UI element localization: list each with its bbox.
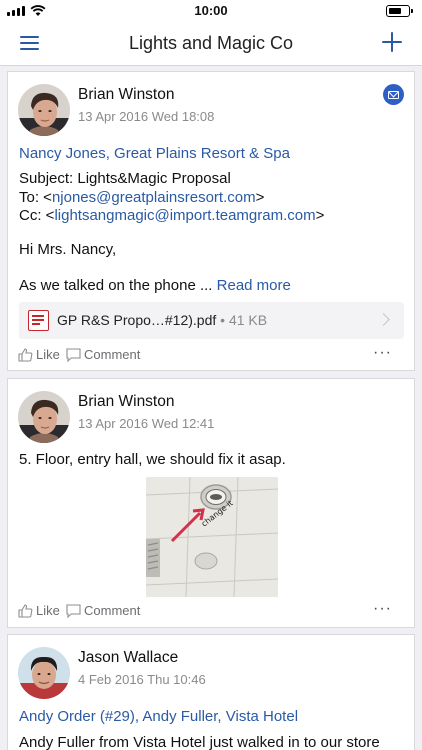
like-button[interactable]: Like bbox=[18, 347, 60, 362]
email-cc: Cc: <lightsangmagic@import.teamgram.com> bbox=[19, 207, 324, 224]
email-subject: Subject: Lights&Magic Proposal bbox=[19, 170, 231, 187]
post-author[interactable]: Brian Winston bbox=[78, 393, 174, 411]
post-date: 13 Apr 2016 Wed 12:41 bbox=[78, 416, 215, 431]
email-to-label: To: < bbox=[19, 189, 52, 206]
mail-icon bbox=[383, 84, 404, 105]
email-cc-label: Cc: < bbox=[19, 207, 55, 224]
avatar[interactable] bbox=[18, 391, 70, 443]
comment-icon bbox=[66, 347, 81, 362]
battery-icon bbox=[386, 5, 413, 17]
thumbs-up-icon bbox=[18, 347, 33, 362]
post-date: 13 Apr 2016 Wed 18:08 bbox=[78, 109, 215, 124]
comment-icon bbox=[66, 603, 81, 618]
feed-post-note[interactable]: Jason Wallace 4 Feb 2016 Thu 10:46 Andy … bbox=[7, 634, 415, 750]
post-body: 5. Floor, entry hall, we should fix it a… bbox=[19, 451, 286, 468]
avatar[interactable] bbox=[18, 647, 70, 699]
status-time: 10:00 bbox=[194, 3, 228, 18]
post-body: Andy Fuller from Vista Hotel just walked… bbox=[19, 734, 380, 750]
avatar[interactable] bbox=[18, 84, 70, 136]
email-to-end: > bbox=[255, 189, 265, 206]
email-body: As we talked on the phone ... Read more bbox=[19, 277, 291, 294]
thumbs-up-icon bbox=[18, 603, 33, 618]
navigation-bar: Lights and Magic Co bbox=[0, 22, 422, 66]
post-photo[interactable]: change it bbox=[146, 477, 278, 597]
comment-button[interactable]: Comment bbox=[66, 603, 140, 618]
read-more-link[interactable]: Read more bbox=[217, 277, 291, 294]
page-title: Lights and Magic Co bbox=[128, 33, 294, 53]
email-cc-end: > bbox=[315, 207, 325, 224]
email-to: To: <njones@greatplainsresort.com> bbox=[19, 189, 264, 206]
feed-post-photo[interactable]: Brian Winston 13 Apr 2016 Wed 12:41 5. F… bbox=[7, 378, 415, 628]
more-options-button[interactable]: ··· bbox=[373, 345, 392, 361]
attachment-item[interactable]: GP R&S Propo…#12).pdf • 41 KB bbox=[19, 302, 404, 339]
add-icon[interactable] bbox=[380, 30, 404, 54]
email-body-text: As we talked on the phone ... bbox=[19, 277, 213, 294]
email-cc-address[interactable]: lightsangmagic@import.teamgram.com bbox=[54, 207, 315, 224]
email-greeting: Hi Mrs. Nancy, bbox=[19, 241, 117, 258]
post-author[interactable]: Jason Wallace bbox=[78, 649, 178, 667]
related-entities-link[interactable]: Nancy Jones, Great Plains Resort & Spa bbox=[19, 145, 290, 162]
attachment-size: • 41 KB bbox=[220, 312, 268, 328]
more-options-button[interactable]: ··· bbox=[373, 601, 392, 617]
related-entities-link[interactable]: Andy Order (#29), Andy Fuller, Vista Hot… bbox=[19, 708, 298, 725]
comment-label: Comment bbox=[84, 347, 141, 362]
feed-post-email[interactable]: Brian Winston 13 Apr 2016 Wed 18:08 Nanc… bbox=[7, 71, 415, 371]
chevron-right-icon bbox=[377, 313, 390, 326]
post-actions: Like Comment ··· bbox=[18, 345, 404, 365]
post-author[interactable]: Brian Winston bbox=[78, 86, 174, 104]
post-actions: Like Comment ··· bbox=[18, 601, 404, 621]
comment-button[interactable]: Comment bbox=[66, 347, 140, 362]
comment-label: Comment bbox=[84, 603, 141, 618]
like-label: Like bbox=[36, 347, 60, 362]
email-to-address[interactable]: njones@greatplainsresort.com bbox=[52, 189, 256, 206]
status-bar: 10:00 bbox=[0, 0, 422, 22]
pdf-file-icon bbox=[28, 310, 49, 331]
like-button[interactable]: Like bbox=[18, 603, 60, 618]
post-date: 4 Feb 2016 Thu 10:46 bbox=[78, 672, 206, 687]
attachment-name: GP R&S Propo…#12).pdf bbox=[57, 312, 217, 328]
like-label: Like bbox=[36, 603, 60, 618]
attachment-label: GP R&S Propo…#12).pdf • 41 KB bbox=[57, 312, 267, 328]
